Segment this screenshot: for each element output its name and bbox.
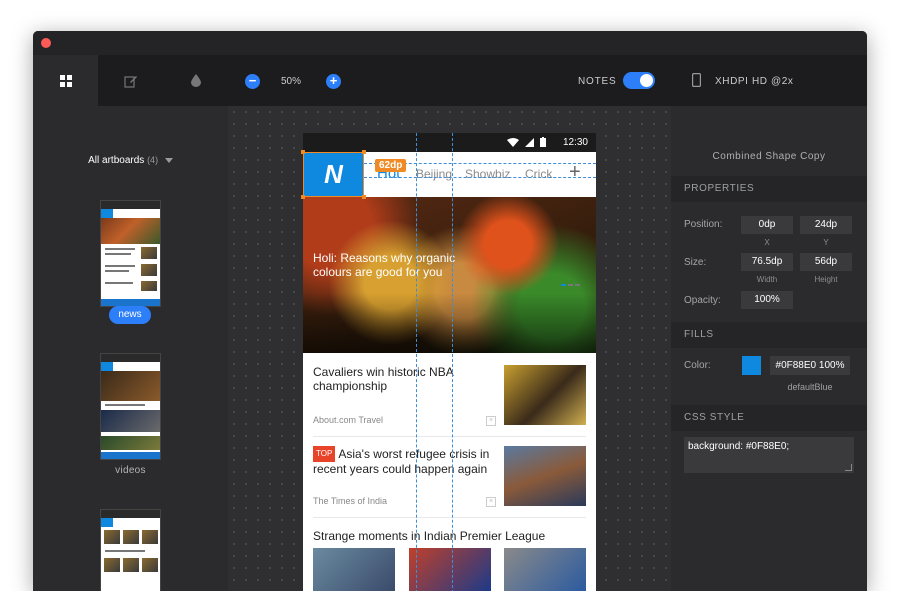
article-title-text: Asia's worst refugee crisis in recent ye…	[313, 447, 490, 476]
tab-artboards[interactable]	[33, 55, 98, 106]
guide-line	[364, 177, 596, 178]
article-image[interactable]	[313, 548, 395, 591]
status-bar: 12:30	[303, 133, 596, 152]
color-label: Color:	[684, 360, 711, 371]
x-caption: X	[764, 238, 770, 247]
height-field[interactable]: 56dp	[800, 253, 852, 271]
artboards-label: All artboards	[88, 155, 145, 166]
left-panel-tabs	[33, 55, 228, 106]
dismiss-icon[interactable]: ×	[486, 497, 496, 507]
artboard-news[interactable]: 12:30 N Hot Beijing Showbiz Crick + Holi…	[303, 133, 596, 591]
size-label: Size:	[684, 257, 707, 268]
resize-handle[interactable]	[362, 195, 366, 199]
tab-edit[interactable]	[98, 55, 163, 106]
article-image[interactable]	[409, 548, 491, 591]
app-window: All artboards (4) news videos − 50% + NO…	[33, 31, 867, 591]
article-title[interactable]: Cavaliers win historic NBA championship	[313, 365, 493, 393]
layer-name: Combined Shape Copy	[712, 151, 826, 162]
inspector-panel: XHDPI HD @2x Combined Shape Copy PROPERT…	[671, 55, 867, 591]
artboards-grid-icon	[59, 74, 72, 87]
artboard-thumbnail-news[interactable]	[100, 200, 161, 307]
divider	[313, 436, 586, 437]
css-code: background: #0F88E0;	[688, 441, 790, 452]
title-bar	[33, 31, 867, 55]
artboard-label-videos[interactable]: videos	[33, 465, 228, 476]
position-y-field[interactable]: 24dp	[800, 216, 852, 234]
height-caption: Height	[814, 275, 838, 284]
design-canvas[interactable]: 12:30 N Hot Beijing Showbiz Crick + Holi…	[228, 106, 671, 591]
properties-header: PROPERTIES	[671, 176, 867, 202]
artboard-thumbnail-third[interactable]	[100, 509, 161, 591]
status-time: 12:30	[562, 137, 588, 148]
wifi-icon	[507, 138, 519, 147]
signal-icon	[525, 138, 534, 147]
resize-handle[interactable]	[301, 150, 305, 154]
resize-handle[interactable]	[301, 195, 305, 199]
dismiss-icon[interactable]: ×	[486, 416, 496, 426]
article-source: The Times of India	[313, 496, 388, 506]
device-label: XHDPI HD @2x	[715, 76, 794, 87]
guide-line	[416, 133, 417, 591]
article-title[interactable]: TOP Asia's worst refugee crisis in recent…	[313, 446, 493, 476]
article-image[interactable]	[504, 548, 586, 591]
article-image[interactable]	[504, 446, 586, 506]
resize-handle[interactable]	[362, 150, 366, 154]
zoom-in-button[interactable]: +	[326, 74, 341, 89]
artboards-count: (4)	[147, 155, 159, 165]
top-badge: TOP	[313, 446, 336, 462]
css-style-header: CSS STYLE	[671, 405, 867, 431]
battery-icon	[540, 137, 546, 147]
guide-line	[452, 133, 453, 591]
artboard-label-news[interactable]: news	[109, 306, 151, 324]
close-window-button[interactable]	[41, 38, 51, 48]
chevron-down-icon	[164, 157, 173, 163]
tab-color[interactable]	[163, 55, 228, 106]
zoom-out-button[interactable]: −	[245, 74, 260, 89]
color-value[interactable]: #0F88E0 100%	[770, 356, 850, 375]
article-title[interactable]: Strange moments in Indian Premier League	[313, 529, 573, 543]
artboard-thumbnail-videos[interactable]	[100, 353, 161, 460]
selection-box[interactable]	[301, 150, 366, 199]
carousel-indicator	[561, 273, 582, 291]
edit-icon	[123, 75, 137, 88]
selection-dimension-label: 62dp	[375, 159, 407, 172]
category-showbiz[interactable]: Showbiz	[465, 167, 510, 181]
left-panel: All artboards (4) news videos	[33, 55, 228, 591]
canvas-toolbar: − 50% + NOTES	[228, 55, 671, 106]
fills-header: FILLS	[671, 322, 867, 348]
notes-toggle[interactable]	[623, 72, 655, 89]
color-name: defaultBlue	[787, 382, 833, 392]
zoom-level: 50%	[281, 76, 302, 87]
artboards-filter[interactable]: All artboards (4)	[33, 155, 228, 166]
hero-title[interactable]: Holi: Reasons why organic colours are go…	[313, 251, 493, 279]
droplet-icon	[190, 74, 201, 87]
position-x-field[interactable]: 0dp	[741, 216, 793, 234]
category-beijing[interactable]: Beijing	[416, 167, 452, 181]
category-cricket[interactable]: Crick	[525, 167, 552, 181]
article-image[interactable]	[504, 365, 586, 425]
resize-grip-icon[interactable]	[845, 464, 852, 471]
add-category-button[interactable]: +	[569, 161, 581, 184]
css-code-box[interactable]: background: #0F88E0;	[684, 437, 854, 473]
width-caption: Width	[756, 275, 778, 284]
divider	[313, 517, 586, 518]
opacity-field[interactable]: 100%	[741, 291, 793, 309]
device-selector[interactable]: XHDPI HD @2x	[671, 55, 867, 106]
notes-label: NOTES	[578, 76, 617, 87]
y-caption: Y	[823, 238, 829, 247]
article-source: About.com Travel	[313, 415, 384, 425]
opacity-label: Opacity:	[684, 295, 721, 306]
hero-gradient	[303, 293, 596, 353]
color-swatch[interactable]	[742, 356, 761, 375]
phone-icon	[692, 73, 701, 87]
width-field[interactable]: 76.5dp	[741, 253, 793, 271]
position-label: Position:	[684, 219, 723, 230]
